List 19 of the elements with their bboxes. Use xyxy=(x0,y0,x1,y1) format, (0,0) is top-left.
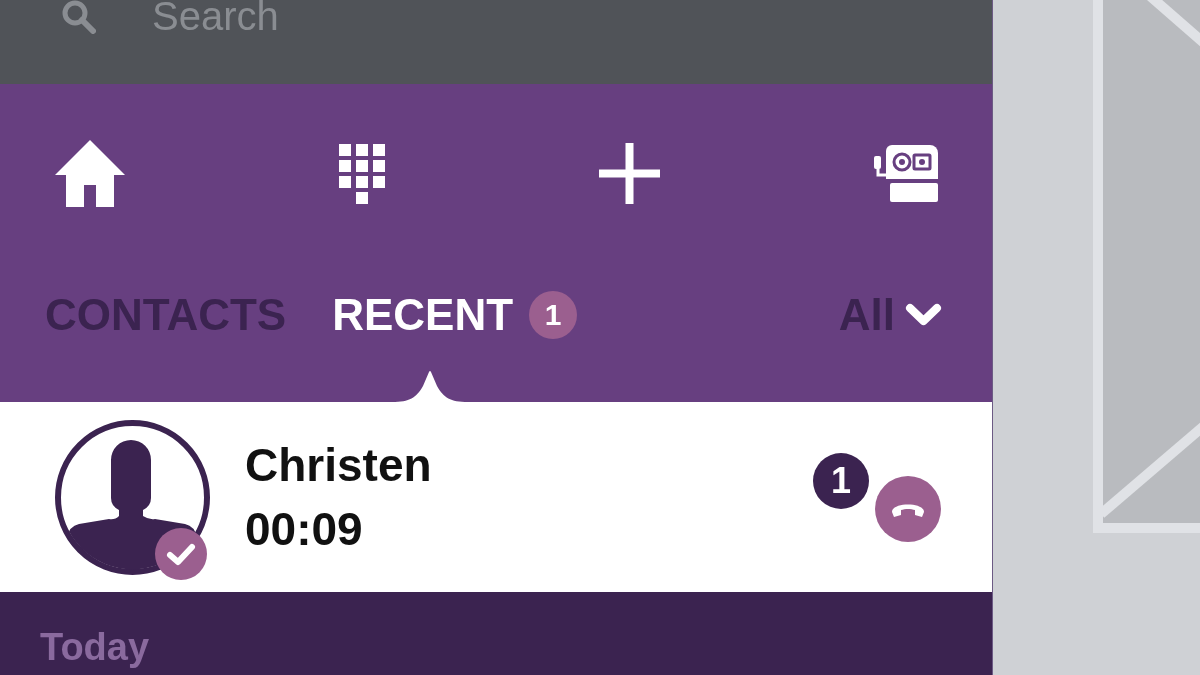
section-header: Today xyxy=(40,628,150,666)
chevron-down-icon xyxy=(905,303,942,327)
robot-button[interactable] xyxy=(874,145,938,202)
unread-count-badge: 1 xyxy=(813,452,869,509)
contact-name: Christen xyxy=(245,438,432,493)
call-duration: 00:09 xyxy=(245,502,363,557)
checkmark-icon xyxy=(155,527,207,580)
dialpad-button[interactable] xyxy=(339,143,385,204)
tab[interactable]: RECENT 1 xyxy=(332,293,578,337)
add-button[interactable] xyxy=(599,143,660,204)
search-icon xyxy=(62,0,96,34)
avatar-icon xyxy=(55,419,210,575)
dialpad-icon xyxy=(339,143,385,204)
robot-icon xyxy=(874,145,938,202)
home-button[interactable] xyxy=(55,140,125,207)
count-badge: 1 xyxy=(529,291,578,339)
search-field[interactable]: Search xyxy=(152,0,552,38)
home-icon xyxy=(55,140,125,207)
plus-icon xyxy=(599,143,660,204)
